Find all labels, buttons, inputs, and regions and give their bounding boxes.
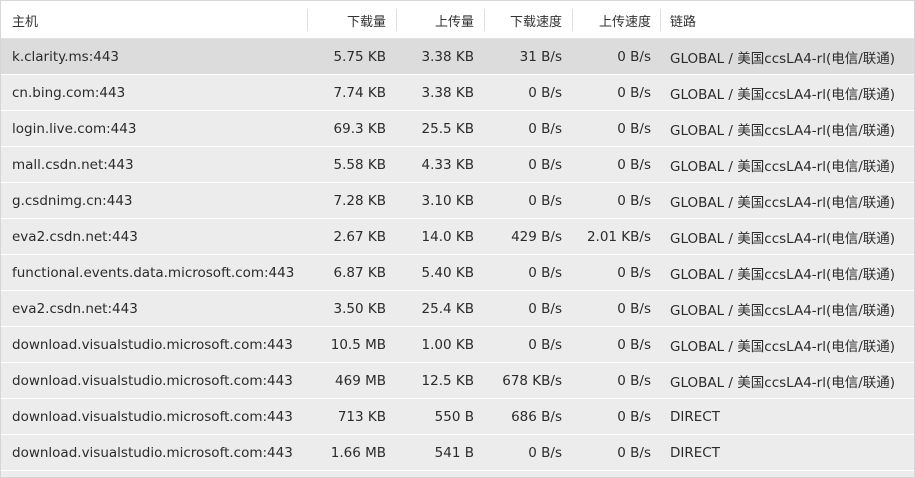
download-cell: 469 MB: [335, 372, 386, 389]
column-header-download[interactable]: 下载量: [308, 1, 397, 39]
column-header-download-label: 下载量: [346, 14, 386, 30]
column-header-download-speed[interactable]: 下载速度: [485, 1, 573, 39]
upload-cell: 3.38 KB: [421, 84, 474, 101]
download-cell: 5.58 KB: [333, 156, 386, 173]
table-row[interactable]: eva2.csdn.net:443 3.50 KB 25.4 KB 0 B/s …: [1, 291, 914, 327]
upload-cell: 550 B: [434, 408, 474, 425]
download-cell: 6.87 KB: [333, 264, 386, 281]
table-row[interactable]: g.csdnimg.cn:443 7.28 KB 3.10 KB 0 B/s 0…: [1, 183, 914, 219]
host-cell: login.live.com:443: [12, 120, 137, 137]
download-cell: 7.74 KB: [333, 84, 386, 101]
chain-cell: GLOBAL / 美国ccsLA4-rl(电信/联通): [670, 374, 896, 391]
column-header-chain-label: 链路: [670, 14, 697, 30]
download-speed-cell: 0 B/s: [528, 192, 562, 209]
host-cell: download.visualstudio.microsoft.com:443: [12, 336, 293, 353]
download-speed-cell: 0 B/s: [528, 300, 562, 317]
download-cell: 69.3 KB: [333, 120, 386, 137]
upload-speed-cell: 0 B/s: [617, 336, 651, 353]
chain-cell: GLOBAL / 美国ccsLA4-rl(电信/联通): [670, 86, 896, 103]
upload-cell: 14.0 KB: [421, 228, 474, 245]
table-row[interactable]: download.visualstudio.microsoft.com:443 …: [1, 435, 914, 471]
download-speed-cell: 0 B/s: [528, 336, 562, 353]
upload-cell: 3.10 KB: [421, 192, 474, 209]
chain-cell: GLOBAL / 美国ccsLA4-rl(电信/联通): [670, 230, 896, 247]
upload-speed-cell: 0 B/s: [617, 444, 651, 461]
column-header-upload-speed-label: 上传速度: [598, 14, 651, 30]
table-body: k.clarity.ms:443 5.75 KB 3.38 KB 31 B/s …: [1, 39, 914, 471]
upload-speed-cell: 0 B/s: [617, 372, 651, 389]
download-speed-cell: 0 B/s: [528, 264, 562, 281]
download-cell: 1.66 MB: [330, 444, 386, 461]
download-speed-cell: 0 B/s: [528, 444, 562, 461]
download-speed-cell: 0 B/s: [528, 120, 562, 137]
download-speed-cell: 0 B/s: [528, 156, 562, 173]
download-speed-cell: 0 B/s: [528, 84, 562, 101]
host-cell: mall.csdn.net:443: [12, 156, 134, 173]
download-cell: 7.28 KB: [333, 192, 386, 209]
download-speed-cell: 31 B/s: [519, 48, 562, 65]
column-header-upload-speed[interactable]: 上传速度: [573, 1, 661, 39]
connections-table: 主机 下载量 上传量 下载速度 上传速度 链路 k.clarity.ms:443…: [0, 0, 915, 478]
upload-speed-cell: 0 B/s: [617, 300, 651, 317]
download-cell: 5.75 KB: [333, 48, 386, 65]
host-cell: g.csdnimg.cn:443: [12, 192, 133, 209]
upload-cell: 541 B: [434, 444, 474, 461]
column-header-upload-label: 上传量: [434, 14, 474, 30]
chain-cell: GLOBAL / 美国ccsLA4-rl(电信/联通): [670, 122, 896, 139]
upload-speed-cell: 0 B/s: [617, 48, 651, 65]
download-speed-cell: 686 B/s: [511, 408, 562, 425]
column-header-chain[interactable]: 链路: [661, 1, 914, 39]
table-row[interactable]: login.live.com:443 69.3 KB 25.5 KB 0 B/s…: [1, 111, 914, 147]
table-row[interactable]: cn.bing.com:443 7.74 KB 3.38 KB 0 B/s 0 …: [1, 75, 914, 111]
upload-speed-cell: 0 B/s: [617, 408, 651, 425]
table-row[interactable]: k.clarity.ms:443 5.75 KB 3.38 KB 31 B/s …: [1, 39, 914, 75]
host-cell: download.visualstudio.microsoft.com:443: [12, 372, 293, 389]
table-row[interactable]: eva2.csdn.net:443 2.67 KB 14.0 KB 429 B/…: [1, 219, 914, 255]
upload-speed-cell: 0 B/s: [617, 192, 651, 209]
chain-cell: GLOBAL / 美国ccsLA4-rl(电信/联通): [670, 302, 896, 319]
chain-cell: DIRECT: [670, 408, 720, 425]
upload-speed-cell: 2.01 KB/s: [586, 228, 651, 245]
host-cell: cn.bing.com:443: [12, 84, 126, 101]
upload-cell: 12.5 KB: [421, 372, 474, 389]
upload-cell: 3.38 KB: [421, 48, 474, 65]
table-row[interactable]: functional.events.data.microsoft.com:443…: [1, 255, 914, 291]
upload-speed-cell: 0 B/s: [617, 156, 651, 173]
column-header-host-label: 主机: [12, 14, 39, 30]
chain-cell: GLOBAL / 美国ccsLA4-rl(电信/联通): [670, 158, 896, 175]
host-cell: download.visualstudio.microsoft.com:443: [12, 408, 293, 425]
host-cell: download.visualstudio.microsoft.com:443: [12, 444, 293, 461]
table-header: 主机 下载量 上传量 下载速度 上传速度 链路: [1, 1, 914, 39]
chain-cell: GLOBAL / 美国ccsLA4-rl(电信/联通): [670, 338, 896, 355]
table-row[interactable]: download.visualstudio.microsoft.com:443 …: [1, 399, 914, 435]
host-cell: eva2.csdn.net:443: [12, 300, 138, 317]
column-header-download-speed-label: 下载速度: [509, 14, 562, 30]
download-speed-cell: 429 B/s: [511, 228, 562, 245]
upload-speed-cell: 0 B/s: [617, 120, 651, 137]
chain-cell: DIRECT: [670, 444, 720, 461]
column-header-host[interactable]: 主机: [1, 1, 308, 39]
table-row[interactable]: download.visualstudio.microsoft.com:443 …: [1, 363, 914, 399]
upload-cell: 25.4 KB: [421, 300, 474, 317]
download-cell: 2.67 KB: [333, 228, 386, 245]
upload-cell: 4.33 KB: [421, 156, 474, 173]
table-row[interactable]: download.visualstudio.microsoft.com:443 …: [1, 327, 914, 363]
chain-cell: GLOBAL / 美国ccsLA4-rl(电信/联通): [670, 50, 896, 67]
chain-cell: GLOBAL / 美国ccsLA4-rl(电信/联通): [670, 266, 896, 283]
download-cell: 713 KB: [337, 408, 386, 425]
download-cell: 3.50 KB: [333, 300, 386, 317]
host-cell: eva2.csdn.net:443: [12, 228, 138, 245]
upload-speed-cell: 0 B/s: [617, 84, 651, 101]
chain-cell: GLOBAL / 美国ccsLA4-rl(电信/联通): [670, 194, 896, 211]
upload-speed-cell: 0 B/s: [617, 264, 651, 281]
upload-cell: 5.40 KB: [421, 264, 474, 281]
upload-cell: 1.00 KB: [421, 336, 474, 353]
host-cell: k.clarity.ms:443: [12, 48, 120, 65]
table-row[interactable]: mall.csdn.net:443 5.58 KB 4.33 KB 0 B/s …: [1, 147, 914, 183]
host-cell: functional.events.data.microsoft.com:443: [12, 264, 295, 281]
upload-cell: 25.5 KB: [421, 120, 474, 137]
download-speed-cell: 678 KB/s: [502, 372, 562, 389]
column-header-upload[interactable]: 上传量: [397, 1, 485, 39]
download-cell: 10.5 MB: [330, 336, 386, 353]
